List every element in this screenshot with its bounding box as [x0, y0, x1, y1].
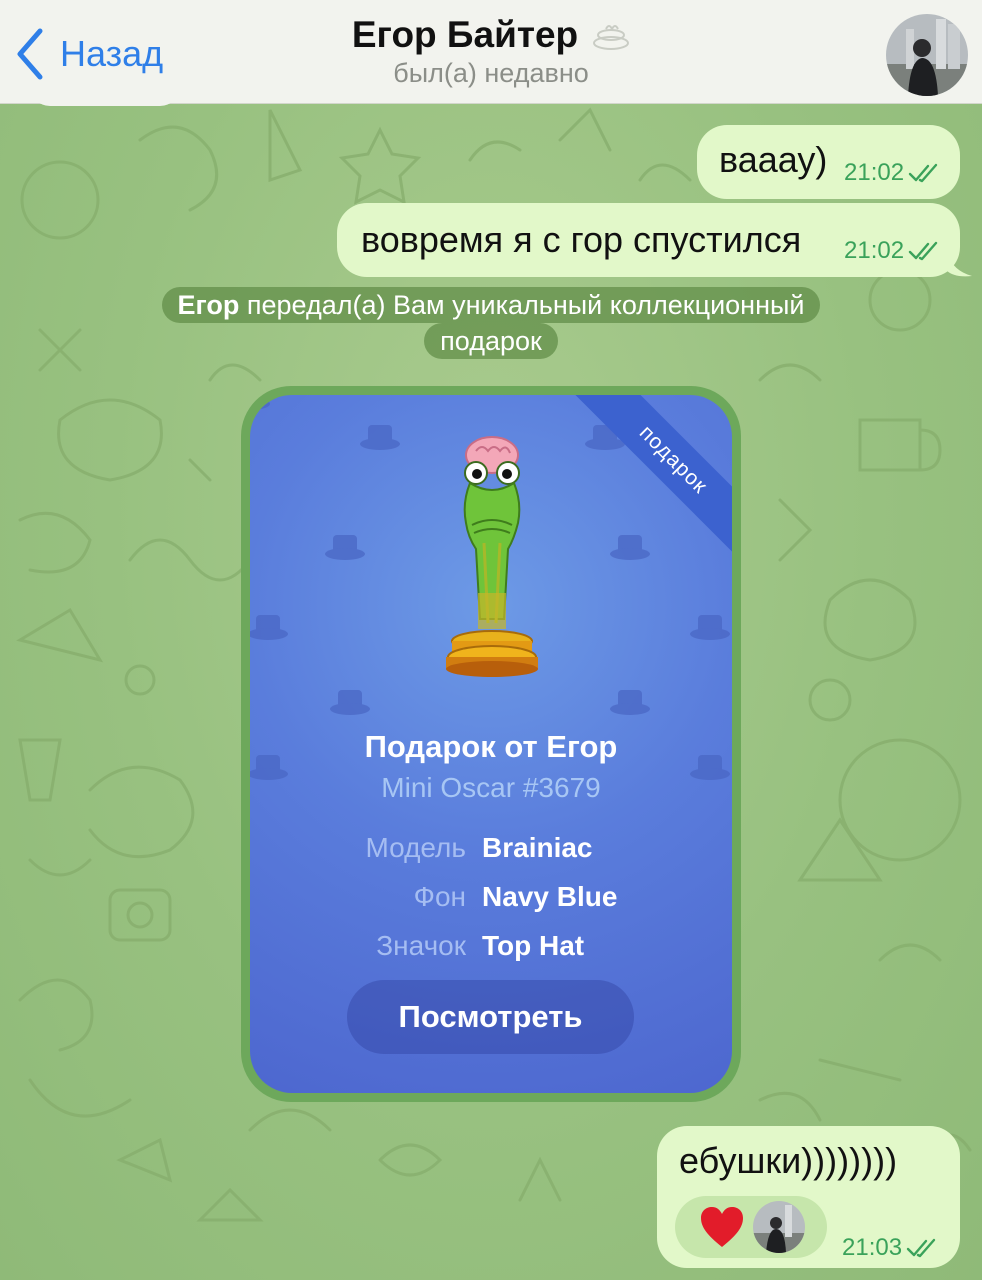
back-label: Назад	[60, 33, 164, 74]
message-time: 21:02	[844, 159, 940, 187]
attribute-label: Значок	[376, 930, 466, 961]
reaction-avatar	[753, 1201, 805, 1253]
gift-message[interactable]: подарок Подарок от Егор Mini Oscar #3679	[241, 386, 741, 1102]
gift-title: Подарок от Егор	[364, 729, 618, 764]
contact-avatar[interactable]	[886, 14, 968, 96]
attribute-label: Фон	[413, 881, 466, 912]
message-text: вааау)	[719, 139, 828, 180]
view-gift-button[interactable]: Посмотреть	[347, 980, 634, 1054]
message-text: ебушки))))))))	[679, 1140, 898, 1181]
outgoing-message[interactable]: вааау) 21:02	[697, 125, 960, 199]
gift-sender: Егор	[177, 290, 240, 320]
outgoing-message[interactable]: вовремя я с гор спустился 21:02	[337, 203, 960, 277]
contact-name: Егор Байтер	[351, 14, 579, 55]
double-check-icon	[908, 241, 938, 261]
message-time: 21:02	[844, 237, 940, 265]
back-button[interactable]: Назад	[14, 24, 163, 84]
cake-emoji-icon	[593, 25, 630, 50]
gift-collectible-number: Mini Oscar #3679	[381, 772, 601, 803]
chevron-left-icon	[17, 28, 43, 80]
message-text: вовремя я с гор спустился	[361, 219, 802, 260]
message-time: 21:03	[842, 1234, 938, 1262]
double-check-icon	[906, 1238, 936, 1258]
attribute-value: Navy Blue	[482, 881, 618, 912]
outgoing-message[interactable]: ебушки)))))))) 21:03	[657, 1126, 960, 1268]
attribute-value: Brainiac	[482, 832, 593, 863]
reaction-chip[interactable]	[675, 1196, 827, 1258]
service-text-line2: подарок	[424, 323, 558, 359]
heart-icon	[701, 1207, 743, 1247]
chat-title-area[interactable]: Егор Байтер был(а) недавно	[200, 14, 782, 89]
partial-bubble	[30, 80, 180, 106]
gift-card[interactable]: подарок Подарок от Егор Mini Oscar #3679	[250, 395, 732, 1093]
attribute-label: Модель	[365, 832, 466, 863]
mini-oscar-icon	[446, 436, 538, 677]
double-check-icon	[908, 163, 938, 183]
service-message: Егор передал(а) Вам уникальный коллекцио…	[122, 287, 860, 359]
contact-status: был(а) недавно	[393, 58, 589, 88]
attribute-value: Top Hat	[482, 930, 585, 961]
service-text-line1: передал(а) Вам уникальный коллекционный	[239, 290, 805, 320]
bubble-tail	[946, 248, 972, 277]
